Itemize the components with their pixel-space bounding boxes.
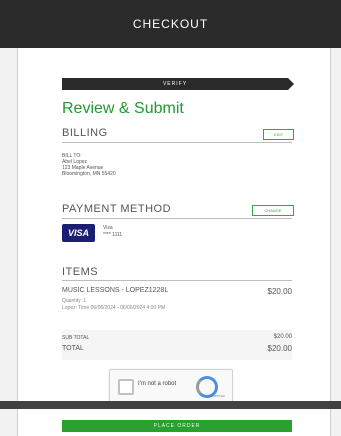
step-arrow-icon	[288, 78, 294, 90]
item-meta: Quantity: 1 Lopez: Time 06/06/2024 - 06/…	[62, 298, 165, 312]
visa-logo-icon: VISA	[62, 224, 95, 242]
total-label: TOTAL	[62, 345, 84, 352]
place-order-label: PLACE ORDER	[153, 423, 201, 429]
item-details: Lopez: Time 06/06/2024 - 06/06/2024 4:00…	[62, 305, 166, 311]
step-indicator: VERIFY	[62, 78, 288, 90]
place-order-button[interactable]: PLACE ORDER	[62, 420, 292, 432]
billing-address: BILL TO: Abel Lopez 123 Maple Avenue Blo…	[62, 153, 116, 177]
card-brand: VISA	[67, 228, 89, 238]
recaptcha-label: I'm not a robot	[138, 381, 177, 387]
page-title: CHECKOUT	[132, 17, 209, 31]
change-payment-label: CHANGE	[264, 208, 282, 213]
subtotal-value: $20.00	[273, 334, 292, 340]
billing-heading: BILLING	[62, 127, 108, 139]
total-value: $20.00	[267, 344, 292, 353]
address-line: Bloomington, MN 55420	[62, 171, 116, 177]
card-info: Visa **** 1111	[103, 225, 122, 239]
items-divider	[62, 280, 292, 281]
card-type: Visa	[103, 225, 113, 231]
recaptcha-checkbox[interactable]	[118, 379, 134, 395]
review-title: Review & Submit	[62, 100, 184, 117]
items-heading: ITEMS	[62, 266, 99, 278]
edit-billing-button[interactable]: EDIT	[263, 129, 294, 140]
checkout-header: CHECKOUT	[0, 0, 341, 48]
change-payment-button[interactable]: CHANGE	[252, 205, 294, 216]
item-quantity: Quantity: 1	[62, 298, 87, 304]
item-price: $20.00	[267, 287, 292, 296]
billing-divider	[62, 142, 292, 143]
totals-box: SUB TOTAL $20.00 TOTAL $20.00	[62, 330, 292, 360]
payment-divider	[62, 218, 292, 219]
subtotal-label: SUB TOTAL	[62, 335, 90, 341]
payment-heading: PAYMENT METHOD	[62, 203, 172, 215]
divider-band	[0, 401, 341, 409]
edit-billing-label: EDIT	[273, 132, 284, 137]
recaptcha-brand: reCAPTCHA	[207, 394, 225, 398]
card-number: **** 1111	[103, 232, 123, 238]
recaptcha-widget: I'm not a robot reCAPTCHA	[109, 369, 233, 403]
step-label: VERIFY	[162, 81, 188, 87]
item-name: MUSIC LESSONS - LOPEZ1228L	[62, 287, 169, 294]
